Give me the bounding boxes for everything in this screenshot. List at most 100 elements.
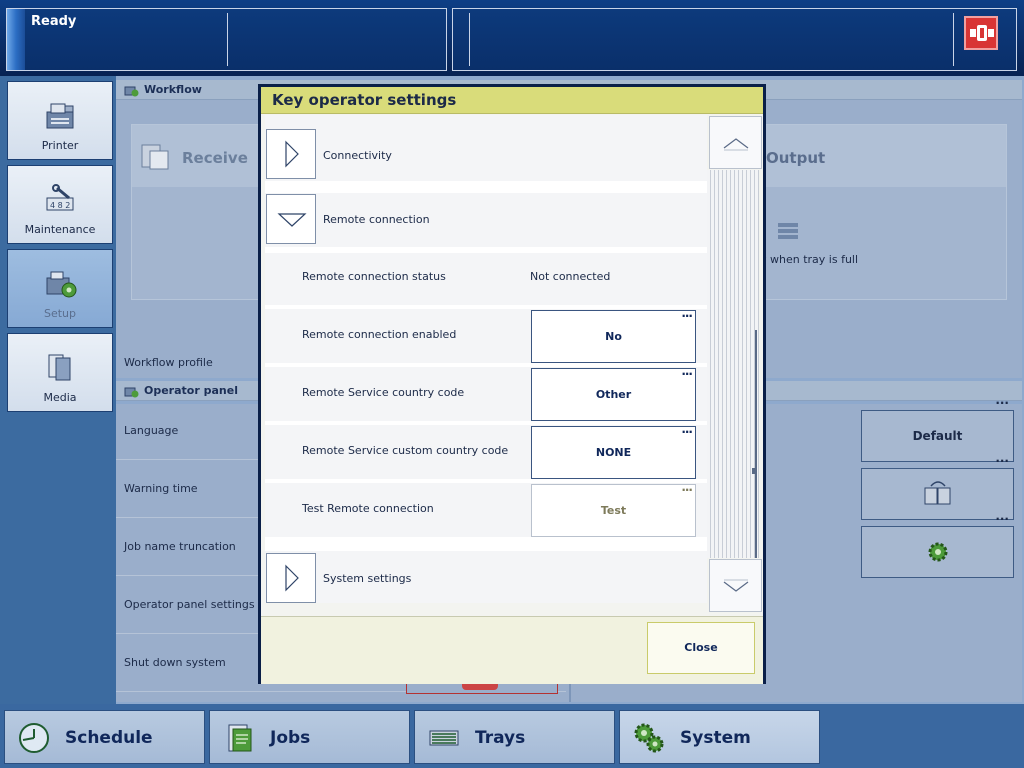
settings-gear-button[interactable]: ... [861,509,1014,578]
setting-label: Test Remote connection [302,502,434,515]
messages-panel [452,8,1017,71]
close-button[interactable]: Close [647,622,755,674]
import-export-icon [924,481,951,505]
chevron-up-icon [723,138,749,151]
chevron-right-icon [285,564,299,592]
scroll-thumb[interactable] [755,330,757,558]
setting-row-remote-connection-enabled[interactable]: Remote connection enabled ... No [265,306,707,363]
scroll-down-button[interactable] [709,559,762,612]
tab-schedule-label: Schedule [65,728,153,748]
printer-status-panel: Ready [6,8,447,71]
setting-row-test-remote-connection[interactable]: Test Remote connection ... Test [265,480,707,537]
tab-jobs[interactable]: Jobs [209,710,410,764]
chevron-down-icon [277,213,307,227]
collapse-button[interactable] [266,194,316,244]
nav-setup-button[interactable]: Setup [7,249,113,328]
workflow-profile-label: Workflow profile [124,356,213,369]
workflow-tray-text: y when tray is full [760,253,859,266]
svg-text:4 8 2: 4 8 2 [50,201,70,210]
group-label-remote-connection: Remote connection [323,213,430,226]
group-row-system-settings[interactable]: System settings [265,551,707,603]
more-indicator: ... [681,364,693,378]
group-row-connectivity[interactable]: Connectivity [265,115,707,181]
remote-connection-enabled-button[interactable]: ... No [531,306,696,363]
error-alert-icon[interactable] [964,16,998,50]
status-indicator-stripe [7,9,25,70]
custom-country-code-button[interactable]: ... NONE [531,422,696,479]
group-row-remote-connection[interactable]: Remote connection [265,193,707,247]
maintenance-icon: 4 8 2 [46,184,74,211]
messages-divider [953,13,954,66]
setting-row-country-code[interactable]: Remote Service country code ... Other [265,364,707,421]
setting-label: Warning time [124,482,198,495]
operator-panel-icon [124,387,139,398]
operator-panel-title: Operator panel [144,384,238,397]
setting-value: No [605,330,622,343]
tab-system-label: System [680,728,751,748]
expand-button[interactable] [266,129,316,179]
workflow-icon [124,86,139,97]
more-indicator: ... [681,306,693,320]
nav-media-label: Media [43,391,77,404]
status-divider [227,13,228,66]
more-indicator: ... [681,422,693,436]
left-navigation: Printer 4 8 2 Maintenance Setup Media [0,76,116,704]
expand-button[interactable] [266,553,316,603]
setting-row-custom-country-code[interactable]: Remote Service custom country code ... N… [265,422,707,479]
tray-stack-icon [778,223,798,239]
tab-trays[interactable]: Trays [414,710,615,764]
gears-icon [634,723,664,753]
nav-maintenance-label: Maintenance [24,223,96,236]
clock-icon [19,723,49,753]
tab-system[interactable]: System [619,710,820,764]
tray-icon [429,730,459,746]
tab-trays-label: Trays [475,728,526,748]
printer-status-text: Ready [31,14,77,29]
scroll-track[interactable] [707,170,759,558]
nav-media-button[interactable]: Media [7,333,113,412]
receive-icon [141,144,169,170]
nav-printer-button[interactable]: Printer [7,81,113,160]
setting-label: Job name truncation [124,540,236,553]
import-export-button[interactable]: ... [861,451,1014,520]
key-operator-settings-dialog: Key operator settings Connectivity Remot… [258,84,766,684]
setting-label: Remote connection status [302,270,446,283]
setting-row-remote-connection-status: Remote connection status Not connected [265,253,707,305]
settings-list[interactable]: Connectivity Remote connection Remote co… [265,115,707,603]
setting-value: Test [600,504,627,517]
scroll-up-button[interactable] [709,116,762,169]
country-code-button[interactable]: ... Other [531,364,696,421]
setting-label: Operator panel settings [124,598,255,611]
gear-icon [928,542,948,562]
setting-label: Remote connection enabled [302,328,457,341]
more-indicator: ... [681,480,693,494]
nav-maintenance-button[interactable]: 4 8 2 Maintenance [7,165,113,244]
workflow-receive-label: Receive [182,149,248,167]
language-value-button[interactable]: ... Default [861,393,1014,462]
dialog-footer: Close [261,616,763,684]
setup-icon [46,271,77,298]
messages-divider [469,13,470,66]
tab-jobs-label: Jobs [270,728,311,748]
printer-icon [46,103,74,129]
setting-label: Remote Service custom country code [302,444,509,457]
bottom-tab-bar: Schedule Jobs Trays System [0,704,1024,768]
setting-value: NONE [595,446,632,459]
media-icon [48,354,71,381]
setting-value: Other [595,388,632,401]
status-bar: Ready [0,0,1024,76]
group-label-connectivity: Connectivity [323,149,392,162]
nav-setup-label: Setup [43,307,77,320]
setting-label: Remote Service country code [302,386,465,399]
chevron-down-icon [723,579,749,592]
nav-printer-label: Printer [41,139,79,152]
workflow-output-label: Output [766,149,826,167]
tab-schedule[interactable]: Schedule [4,710,205,764]
scroll-thumb-grip [752,468,755,474]
remote-connection-status-value: Not connected [530,270,611,283]
dialog-scrollbar[interactable] [707,115,763,613]
dialog-title: Key operator settings [261,87,763,114]
setting-label: Language [124,424,179,437]
workflow-title: Workflow [144,83,202,96]
test-connection-button[interactable]: ... Test [531,480,696,537]
